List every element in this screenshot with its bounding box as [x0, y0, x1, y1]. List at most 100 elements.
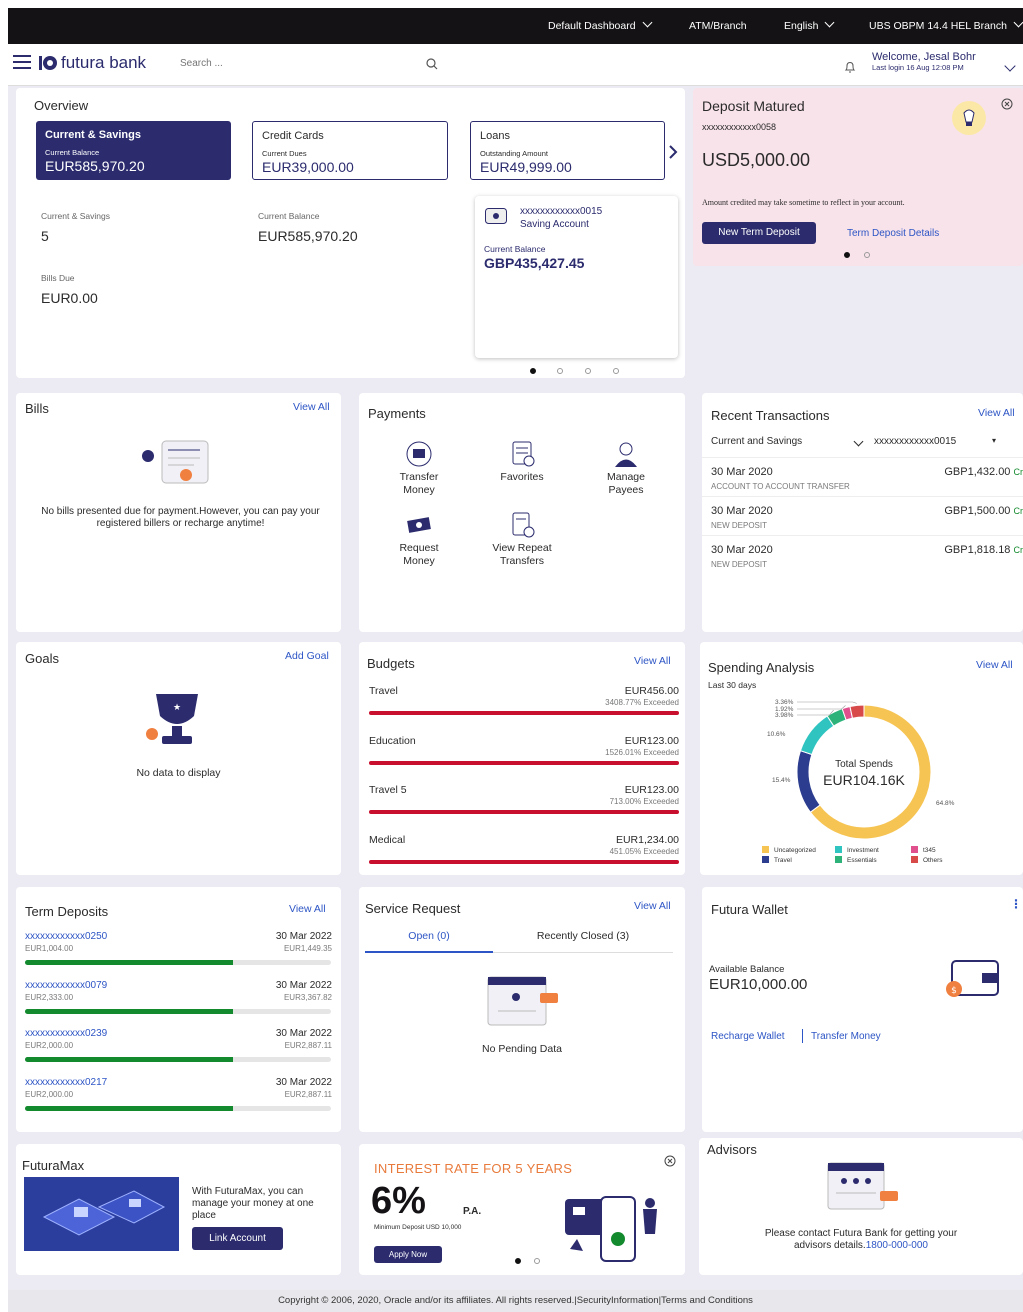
budgets-view-all-link[interactable]: View All [634, 655, 671, 667]
dashboard-selector[interactable]: Default Dashboard [548, 17, 653, 32]
term-title: Term Deposits [25, 904, 109, 919]
apply-now-button[interactable]: Apply Now [374, 1246, 442, 1263]
recharge-wallet-link[interactable]: Recharge Wallet [711, 1031, 785, 1042]
advisors-phone-link[interactable]: 1800-000-000 [866, 1240, 928, 1251]
chevron-down-icon[interactable] [1004, 60, 1016, 72]
payment-favorites[interactable]: Favorites [482, 440, 562, 484]
search-input[interactable] [180, 58, 420, 69]
account-number-select[interactable]: xxxxxxxxxxxx0015 ▾ [874, 436, 1014, 447]
tile-loans[interactable]: Loans Outstanding Amount EUR49,999.00 [470, 121, 665, 180]
legend-label[interactable]: Essentials [847, 857, 877, 864]
carousel-dot[interactable] [557, 368, 563, 374]
transaction-row[interactable]: 30 Mar 2020 GBP1,500.00 Cr NEW DEPOSIT [702, 496, 1023, 534]
tile-current-savings[interactable]: Current & Savings Current Balance EUR585… [36, 121, 231, 180]
payment-request-money[interactable]: Request Money [379, 511, 459, 568]
close-icon[interactable] [1001, 98, 1013, 110]
wallet-menu-icon[interactable]: ⋮ [1010, 897, 1022, 911]
futuramax-text: With FuturaMax, you can manage your mone… [192, 1186, 314, 1221]
goals-empty-message: No data to display [136, 767, 221, 779]
new-term-deposit-button[interactable]: New Term Deposit [702, 222, 816, 244]
transfer-money-link[interactable]: Transfer Money [811, 1031, 881, 1042]
carousel-dot[interactable] [844, 252, 850, 258]
txn-date: 30 Mar 2020 [711, 466, 773, 478]
budget-item[interactable]: Travel EUR456.00 3408.77% Exceeded [359, 685, 685, 733]
account-type-select[interactable]: Current and Savings [711, 436, 864, 447]
payment-manage-payees[interactable]: Manage Payees [586, 440, 666, 497]
futura-wallet-card: Futura Wallet ⋮ Available Balance EUR10,… [702, 887, 1023, 1132]
term-deposit-row[interactable]: xxxxxxxxxxxx0079 30 Mar 2022 EUR2,333.00 EU… [16, 980, 341, 1026]
donut-slice[interactable] [849, 704, 865, 719]
legend-label[interactable]: t345 [923, 847, 936, 854]
tile-label: Current Dues [262, 149, 307, 158]
carousel-dot[interactable] [515, 1258, 521, 1264]
footer-text[interactable]: Copyright © 2006, 2020, Oracle and/or it… [278, 1295, 753, 1306]
tab-open-label: Open (0) [408, 930, 450, 942]
term-deposit-row[interactable]: xxxxxxxxxxxx0250 30 Mar 2022 EUR1,004.00 EU… [16, 931, 341, 977]
term-principal: EUR1,004.00 [25, 944, 74, 953]
term-deposit-row[interactable]: xxxxxxxxxxxx0217 30 Mar 2022 EUR2,000.00 EU… [16, 1077, 341, 1123]
brand-logo[interactable]: futura bank [38, 52, 146, 74]
donut-slice[interactable] [799, 715, 835, 756]
budget-item[interactable]: Education EUR123.00 1526.01% Exceeded [359, 735, 685, 783]
carousel-dot[interactable] [864, 252, 870, 258]
legend-label[interactable]: Others [923, 857, 943, 864]
trophy-icon: ★ [146, 694, 198, 744]
bills-view-all-link[interactable]: View All [293, 401, 330, 413]
svg-text:$: $ [951, 986, 957, 996]
carousel-dot[interactable] [534, 1258, 540, 1264]
deposit-note: Amount credited may take sometime to ref… [702, 198, 905, 207]
carousel-dot[interactable] [530, 368, 536, 374]
atm-branch-link[interactable]: ATM/Branch [689, 20, 747, 32]
wallet-icon: $ [946, 960, 999, 997]
promo-illustration [565, 1196, 657, 1262]
wallet-link-separator [802, 1029, 803, 1043]
budgets-title: Budgets [367, 656, 415, 671]
term-deposit-row[interactable]: xxxxxxxxxxxx0239 30 Mar 2022 EUR2,000.00 EU… [16, 1028, 341, 1074]
legend-label[interactable]: Travel [774, 857, 792, 864]
tab-recently-closed[interactable]: Recently Closed (3) [493, 930, 673, 953]
request-icon [407, 517, 431, 533]
menu-icon[interactable] [13, 55, 31, 69]
budget-item[interactable]: Travel 5 EUR123.00 713.00% Exceeded [359, 784, 685, 832]
term-view-all-link[interactable]: View All [289, 903, 326, 915]
user-menu[interactable]: Welcome, Jesal Bohr Last login 16 Aug 12… [872, 51, 976, 72]
link-account-button[interactable]: Link Account [192, 1227, 283, 1250]
term-progress-bar [25, 1008, 331, 1014]
svg-text:★: ★ [173, 703, 181, 713]
tile-credit-cards[interactable]: Credit Cards Current Dues EUR39,000.00 [252, 121, 448, 180]
tab-open[interactable]: Open (0) [365, 930, 493, 953]
language-selector[interactable]: English [784, 17, 835, 32]
close-icon[interactable] [664, 1155, 676, 1167]
budget-item[interactable]: Medical EUR1,234.00 451.05% Exceeded [359, 834, 685, 882]
futuramax-card: FuturaMax With FuturaMax, you can manage… [16, 1144, 341, 1275]
recent-view-all-link[interactable]: View All [978, 407, 1015, 419]
add-goal-link[interactable]: Add Goal [285, 650, 329, 662]
legend-label[interactable]: Uncategorized [774, 847, 816, 854]
carousel-dot[interactable] [613, 368, 619, 374]
transaction-row[interactable]: 30 Mar 2020 GBP1,818.18 Cr NEW DEPOSIT [702, 535, 1023, 573]
term-maturity-amount: EUR1,449.35 [283, 944, 332, 953]
chevron-down-icon [1013, 17, 1023, 28]
payment-transfer-money[interactable]: Transfer Money [379, 440, 459, 497]
wallet-balance-value: EUR10,000.00 [709, 976, 808, 993]
legend-label[interactable]: Investment [847, 847, 879, 854]
chevron-right-icon[interactable] [668, 145, 678, 159]
tile-label: Current Balance [45, 148, 100, 157]
branch-selector[interactable]: UBS OBPM 14.4 HEL Branch [869, 17, 1023, 32]
wallet-balance-label: Available Balance [709, 964, 785, 975]
term-principal: EUR2,000.00 [25, 1089, 74, 1099]
budget-amount: EUR123.00 [624, 784, 679, 796]
service-title: Service Request [365, 901, 461, 916]
tile-value: EUR49,999.00 [480, 159, 572, 175]
search-icon[interactable] [426, 58, 438, 70]
account-number-value: xxxxxxxxxxxx0015 [874, 436, 957, 447]
donut-leader-line [797, 701, 857, 704]
bell-icon[interactable] [844, 61, 856, 73]
account-card[interactable]: xxxxxxxxxxxx0015 Saving Account Current … [475, 196, 678, 358]
service-view-all-link[interactable]: View All [634, 900, 671, 912]
term-deposit-details-link[interactable]: Term Deposit Details [847, 228, 939, 239]
donut-slice-label: 3.98% [775, 712, 794, 719]
carousel-dot[interactable] [585, 368, 591, 374]
payment-view-repeat-transfers[interactable]: View Repeat Transfers [477, 511, 567, 568]
transaction-row[interactable]: 30 Mar 2020 GBP1,432.00 Cr ACCOUNT TO AC… [702, 457, 1023, 495]
